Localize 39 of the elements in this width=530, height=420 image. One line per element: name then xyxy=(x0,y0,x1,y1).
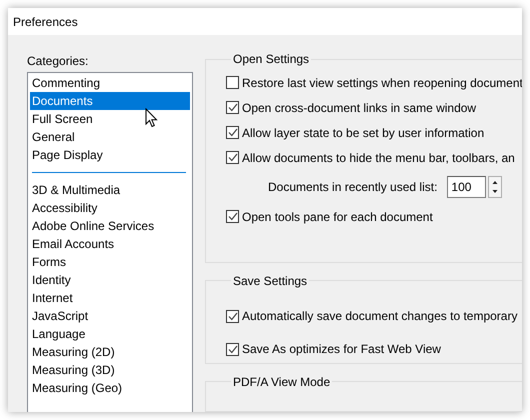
category-item[interactable]: Forms xyxy=(30,253,190,271)
group-title: PDF/A View Mode xyxy=(232,374,332,389)
checkbox-label: Open tools pane for each document xyxy=(242,210,433,224)
checkbox-label: Open cross-document links in same window xyxy=(242,100,476,114)
checkbox-label: Allow documents to hide the menu bar, toolbars, an xyxy=(242,150,515,164)
checkbox-label: Allow layer state to be set by user information xyxy=(242,126,484,140)
category-item[interactable]: Accessibility xyxy=(30,199,190,217)
checkbox-label: Automatically save document changes to temporary xyxy=(242,309,518,324)
number-field[interactable]: 100 xyxy=(447,176,486,198)
category-item[interactable]: Adobe Online Services xyxy=(30,217,190,235)
checkbox[interactable] xyxy=(226,101,239,114)
category-item[interactable]: Commenting xyxy=(30,74,190,92)
pointer-cursor-icon xyxy=(145,108,158,129)
category-item[interactable]: JavaScript xyxy=(30,307,190,325)
category-item[interactable]: Language xyxy=(30,325,190,343)
category-item[interactable]: Identity xyxy=(30,271,190,289)
category-item[interactable]: General xyxy=(30,128,190,146)
checkbox[interactable] xyxy=(226,151,239,164)
checkbox[interactable] xyxy=(226,342,239,356)
category-item[interactable]: Measuring (3D) xyxy=(30,361,190,379)
spin-label: Documents in recently used list: xyxy=(268,180,438,194)
category-item[interactable]: Page Display xyxy=(30,146,190,164)
checkbox[interactable] xyxy=(226,210,239,223)
category-item[interactable]: Documents xyxy=(30,92,190,110)
checkbox[interactable] xyxy=(226,310,239,323)
categories-label: Categories: xyxy=(27,53,90,70)
group-title: Open Settings xyxy=(232,52,310,66)
category-item[interactable]: Internet xyxy=(30,289,190,307)
group-title: Save Settings xyxy=(232,274,308,288)
category-item[interactable]: Measuring (Geo) xyxy=(30,379,190,397)
window-title: Preferences xyxy=(13,14,78,28)
checkbox-label: Save As optimizes for Fast Web View xyxy=(242,342,441,356)
category-item[interactable]: Measuring (2D) xyxy=(30,343,190,361)
category-item[interactable]: Email Accounts xyxy=(30,235,190,253)
category-item[interactable]: 3D & Multimedia xyxy=(30,181,190,199)
category-item[interactable]: Full Screen xyxy=(30,110,190,128)
checkbox[interactable] xyxy=(226,76,239,89)
spinner-arrows[interactable] xyxy=(488,176,502,198)
checkbox[interactable] xyxy=(226,126,239,139)
